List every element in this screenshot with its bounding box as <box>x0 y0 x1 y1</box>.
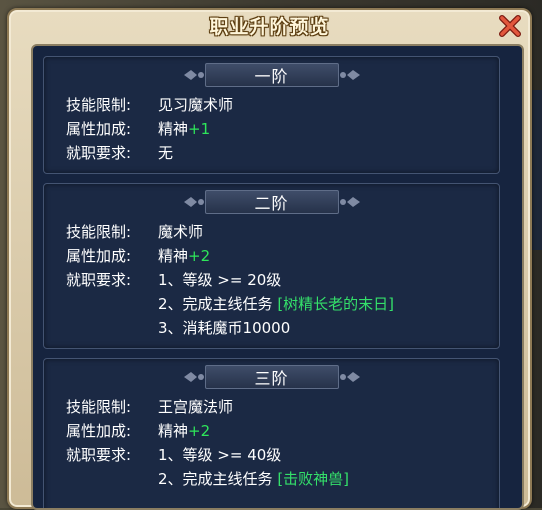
tier-name: 二阶 <box>204 190 339 214</box>
attr-bonus: +1 <box>188 120 211 138</box>
req-item-2: 2、完成主线任务 <box>158 470 273 488</box>
attr-name: 精神 <box>158 120 189 138</box>
attr-label: 属性加成: <box>66 422 132 440</box>
close-button[interactable] <box>496 12 524 40</box>
skill-value: 王宫魔法师 <box>158 398 234 416</box>
req-item-2: 2、完成主线任务 <box>158 295 273 313</box>
req-label: 就职要求: <box>66 446 132 464</box>
tier-card-1: 一阶 技能限制: 见习魔术师 属性加成: 精神+1 就职要求: 无 <box>43 56 500 174</box>
req-label: 就职要求: <box>66 271 132 289</box>
left-ornament-icon <box>183 372 204 382</box>
tier-header: 三阶 <box>44 365 499 389</box>
tier-header: 一阶 <box>44 63 499 87</box>
req-item-3-row: 3、消耗魔币10000 <box>158 318 290 338</box>
skill-label: 技能限制: <box>66 96 132 114</box>
tier-name: 一阶 <box>204 63 339 87</box>
dialog-title: 职业升阶预览 <box>209 16 330 38</box>
attr-bonus: +2 <box>188 422 211 440</box>
left-ornament-icon <box>183 197 204 207</box>
tier-list-panel[interactable]: 一阶 技能限制: 见习魔术师 属性加成: 精神+1 就职要求: 无 二阶 技能限制: 魔… <box>31 44 524 510</box>
right-ornament-icon <box>339 70 360 80</box>
tier-card-3: 三阶 技能限制: 王宫魔法师 属性加成: 精神+2 就职要求: 1、等级 >= 40级… <box>43 358 500 508</box>
attr-name: 精神 <box>158 247 189 265</box>
right-ornament-icon <box>339 372 360 382</box>
skill-row: 技能限制: 魔术师 <box>66 222 203 242</box>
quest-link[interactable]: [树精长老的末日] <box>277 295 394 313</box>
right-ornament-icon <box>339 197 360 207</box>
skill-label: 技能限制: <box>66 223 132 241</box>
req-row: 就职要求: 无 <box>66 143 173 163</box>
req-item-1: 1、等级 >= 40级 <box>158 446 282 464</box>
left-ornament-icon <box>183 70 204 80</box>
tier-header: 二阶 <box>44 190 499 214</box>
skill-value: 魔术师 <box>158 223 204 241</box>
attr-bonus: +2 <box>188 247 211 265</box>
req-item-2-row: 2、完成主线任务 [树精长老的末日] <box>158 294 394 314</box>
req-item-3: 3、消耗魔币10000 <box>158 319 291 337</box>
upgrade-preview-dialog: 职业升阶预览 一阶 技能限制:见习魔术师 属性加成:精神+1 就职要求:无 <box>7 8 532 510</box>
tier-card-2: 二阶 技能限制: 魔术师 属性加成: 精神+2 就职要求: 1、等级 >= 20级 2… <box>43 183 500 349</box>
skill-value: 见习魔术师 <box>158 96 234 114</box>
close-icon <box>499 15 521 37</box>
req-item-2-row: 2、完成主线任务 [击败神兽] <box>158 469 349 489</box>
quest-link[interactable]: [击败神兽] <box>277 470 349 488</box>
skill-label: 技能限制: <box>66 398 132 416</box>
req-item-1: 1、等级 >= 20级 <box>158 271 282 289</box>
skill-row: 技能限制: 王宫魔法师 <box>66 397 233 417</box>
attr-row: 属性加成: 精神+1 <box>66 119 210 139</box>
attr-row: 属性加成: 精神+2 <box>66 246 210 266</box>
req-label: 就职要求: <box>66 144 132 162</box>
attr-name: 精神 <box>158 422 189 440</box>
attr-label: 属性加成: <box>66 247 132 265</box>
tier-name: 三阶 <box>204 365 339 389</box>
req-row: 就职要求: 1、等级 >= 40级 <box>66 445 281 465</box>
attr-row: 属性加成: 精神+2 <box>66 421 210 441</box>
req-row: 就职要求: 1、等级 >= 20级 <box>66 270 281 290</box>
attr-label: 属性加成: <box>66 120 132 138</box>
skill-row: 技能限制: 见习魔术师 <box>66 95 233 115</box>
req-value: 无 <box>158 144 174 162</box>
